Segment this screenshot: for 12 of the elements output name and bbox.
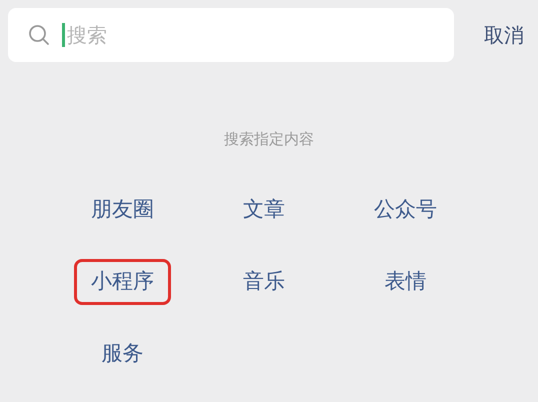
section-title: 搜索指定内容 xyxy=(224,129,314,150)
category-link[interactable]: 公众号 xyxy=(356,186,454,232)
search-field[interactable]: 搜索 xyxy=(67,20,454,50)
search-icon xyxy=(28,24,50,46)
cancel-button[interactable]: 取消 xyxy=(484,20,524,50)
category-link[interactable]: 朋友圈 xyxy=(74,186,172,232)
category-link[interactable]: 服务 xyxy=(84,330,161,376)
search-bar[interactable]: 搜索 xyxy=(8,8,454,62)
category-link[interactable]: 文章 xyxy=(226,186,302,232)
category-link[interactable]: 音乐 xyxy=(226,258,302,304)
category-link[interactable]: 表情 xyxy=(367,258,444,304)
category-link[interactable]: 小程序 xyxy=(74,258,172,304)
